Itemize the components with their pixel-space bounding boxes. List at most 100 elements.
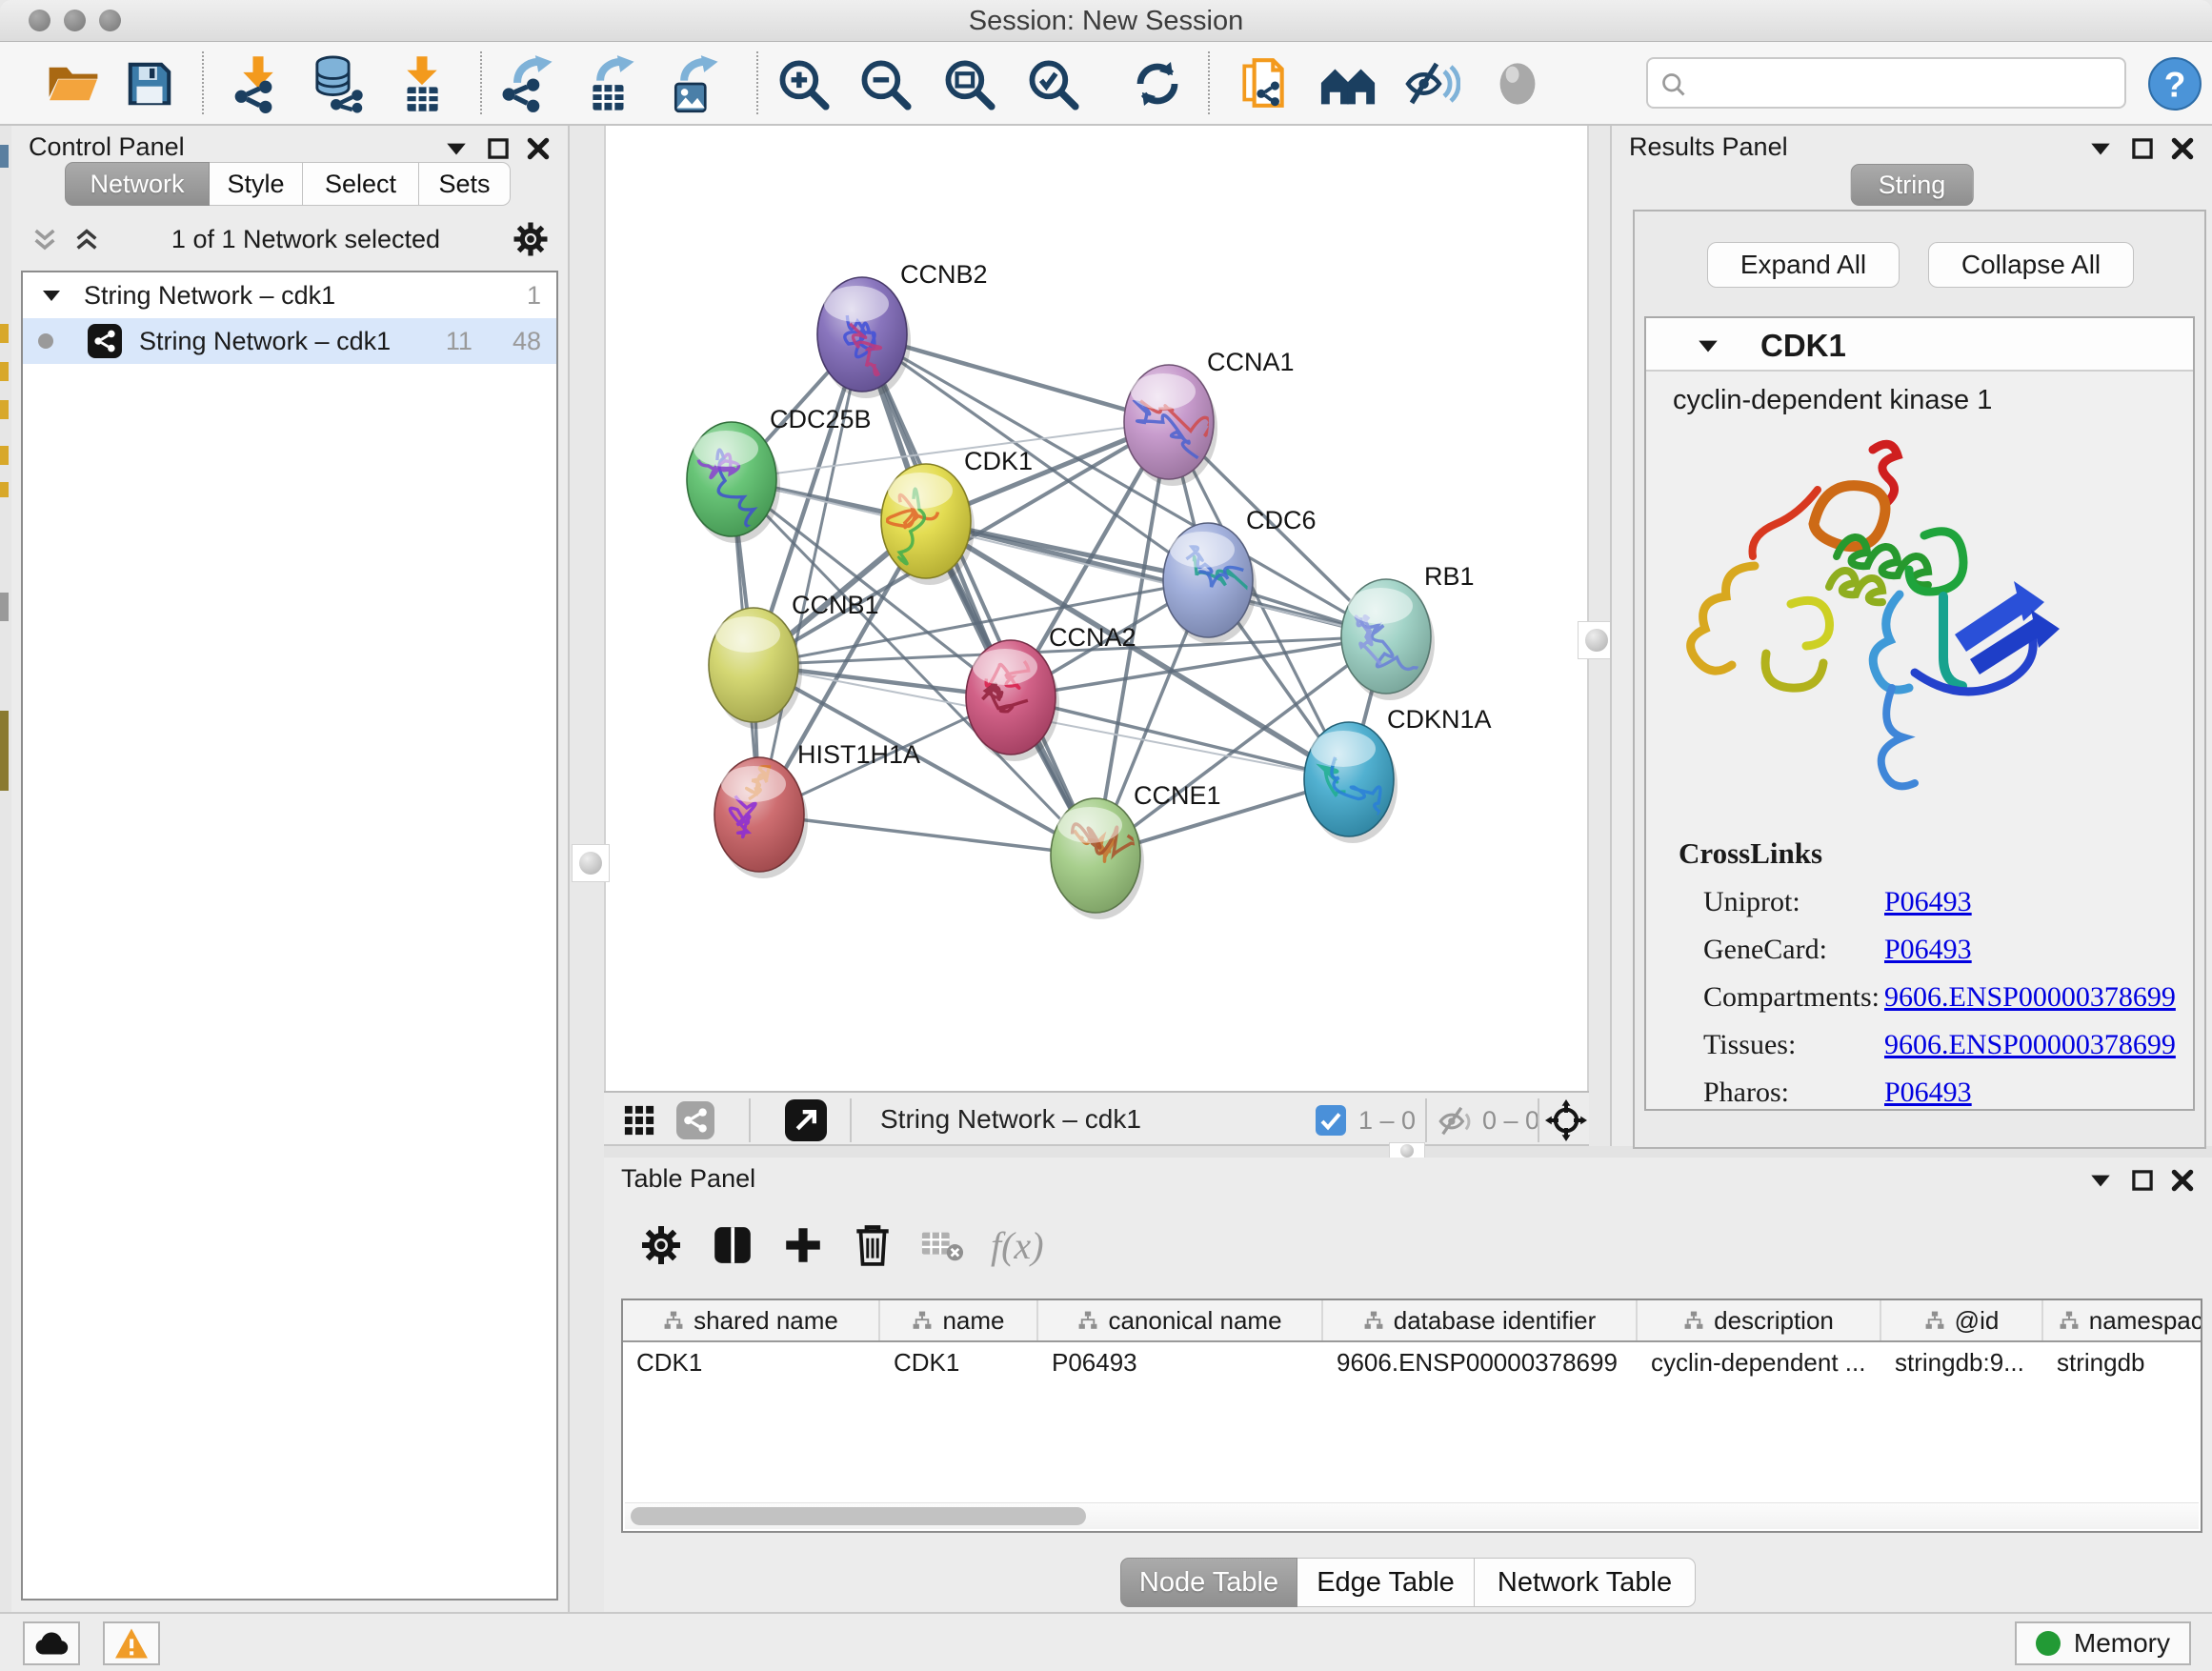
delete-column-trash-icon[interactable] [852, 1222, 894, 1268]
network-collection-row[interactable]: String Network – cdk1 1 [23, 272, 556, 318]
import-table-file-icon[interactable] [389, 52, 455, 115]
svg-text:?: ? [2164, 64, 2186, 104]
toolbar-separator [850, 1098, 852, 1142]
expand-all-networks-icon[interactable] [72, 227, 101, 252]
export-network-icon[interactable] [493, 52, 560, 115]
crosslink-uniprot-link[interactable]: P06493 [1884, 886, 1972, 918]
zoom-in-icon[interactable] [770, 52, 836, 115]
warnings-button[interactable] [103, 1621, 160, 1665]
help-icon[interactable]: ? [2142, 52, 2208, 115]
panel-close-icon[interactable] [2170, 136, 2195, 161]
network-badge-gray-icon[interactable] [676, 1101, 714, 1139]
refresh-icon[interactable] [1124, 52, 1191, 115]
network-edge[interactable] [862, 334, 1096, 856]
network-view-title: String Network – cdk1 [880, 1104, 1141, 1135]
tab-node-table[interactable]: Node Table [1120, 1558, 1297, 1607]
collapse-all-button[interactable]: Collapse All [1928, 242, 2134, 288]
table-horizontal-scrollbar[interactable] [625, 1502, 2199, 1529]
zoom-fit-icon[interactable] [935, 52, 1002, 115]
tab-string[interactable]: String [1851, 164, 1974, 206]
grid-view-icon[interactable] [623, 1104, 655, 1137]
network-node-cdk1[interactable] [881, 464, 975, 585]
network-node-ccnb1[interactable] [709, 608, 802, 729]
column-header-name[interactable]: name [880, 1300, 1038, 1340]
detach-view-icon[interactable] [785, 1099, 827, 1141]
save-session-icon[interactable] [116, 52, 183, 115]
node-label-rb1: RB1 [1424, 562, 1475, 591]
crosslink-label: Tissues: [1703, 1029, 1884, 1061]
show-columns-icon[interactable] [711, 1223, 754, 1267]
export-image-icon[interactable] [659, 52, 726, 115]
network-node-rb1[interactable] [1341, 579, 1435, 700]
table-row[interactable]: CDK1CDK1P064939606.ENSP00000378699cyclin… [623, 1342, 2201, 1382]
column-header-shared-name[interactable]: shared name [623, 1300, 880, 1340]
add-column-icon[interactable] [781, 1223, 825, 1267]
column-header--id[interactable]: @id [1881, 1300, 2043, 1340]
expand-all-button[interactable]: Expand All [1707, 242, 1900, 288]
network-node-ccna1[interactable] [1124, 365, 1217, 486]
network-graph[interactable]: CCNB2CCNA1CDC25BCDK1CDC6RB1CCNB1CCNA2CDK… [606, 126, 1587, 1087]
panel-close-icon[interactable] [526, 136, 551, 161]
panel-menu-icon[interactable] [2088, 136, 2113, 161]
gene-collapse-icon[interactable] [1696, 333, 1720, 358]
network-options-gear-icon[interactable] [511, 219, 551, 259]
import-network-database-icon[interactable] [305, 52, 372, 115]
network-node-hist1h1a[interactable] [714, 757, 808, 878]
tab-sets[interactable]: Sets [419, 162, 511, 206]
panel-float-icon[interactable] [2130, 1168, 2155, 1193]
tab-edge-table[interactable]: Edge Table [1297, 1558, 1475, 1607]
crosslink-tissues-link[interactable]: 9606.ENSP00000378699 [1884, 1029, 2176, 1061]
crosslink-compartments-link[interactable]: 9606.ENSP00000378699 [1884, 981, 2176, 1014]
panel-float-icon[interactable] [2130, 136, 2155, 161]
crosslink-pharos-link[interactable]: P06493 [1884, 1077, 1972, 1109]
network-list: String Network – cdk1 1 String Network –… [21, 271, 558, 1601]
crosslink-genecard-link[interactable]: P06493 [1884, 934, 1972, 966]
network-node-cdc6[interactable] [1163, 523, 1275, 644]
control-panel-title: Control Panel [29, 132, 185, 162]
panel-float-icon[interactable] [486, 136, 511, 161]
network-view-canvas[interactable]: CCNB2CCNA1CDC25BCDK1CDC6RB1CCNB1CCNA2CDK… [604, 126, 1589, 1091]
tab-style[interactable]: Style [210, 162, 303, 206]
gene-header-row[interactable]: CDK1 [1646, 318, 2193, 372]
column-header-database-identifier[interactable]: database identifier [1323, 1300, 1638, 1340]
collapse-all-networks-icon[interactable] [30, 227, 59, 252]
network-edge[interactable] [759, 815, 1096, 856]
table-options-gear-icon[interactable] [638, 1222, 684, 1268]
first-neighbors-icon[interactable] [1315, 52, 1381, 115]
open-session-icon[interactable] [40, 52, 107, 115]
zoom-out-icon[interactable] [852, 52, 918, 115]
function-builder-icon: f(x) [991, 1223, 1044, 1268]
panel-close-icon[interactable] [2170, 1168, 2195, 1193]
network-node-ccnb2[interactable] [817, 277, 911, 398]
birds-eye-view-icon[interactable] [1545, 1099, 1587, 1141]
hide-selected-icon[interactable] [1398, 52, 1465, 115]
selected-checkbox-icon[interactable] [1316, 1105, 1346, 1136]
left-splitter-handle[interactable] [572, 844, 610, 882]
scrollbar-thumb[interactable] [631, 1507, 1086, 1525]
collection-expand-icon[interactable] [40, 284, 63, 307]
column-header-canonical-name[interactable]: canonical name [1038, 1300, 1323, 1340]
column-header-namespace[interactable]: namespace [2043, 1300, 2202, 1340]
tab-network[interactable]: Network [65, 162, 210, 206]
search-input[interactable] [1646, 57, 2126, 109]
gene-detail-card: CDK1 cyclin-dependent kinase 1 [1644, 316, 2195, 1111]
export-table-icon[interactable] [575, 52, 642, 115]
hidden-eye-slash-icon[interactable] [1437, 1105, 1475, 1137]
column-header-description[interactable]: description [1638, 1300, 1881, 1340]
import-network-file-icon[interactable] [225, 52, 292, 115]
network-node-ccne1[interactable] [1051, 798, 1144, 919]
network-node-ccna2[interactable] [966, 640, 1059, 761]
network-node-cdkn1a[interactable] [1304, 722, 1398, 843]
node-label-cdk1: CDK1 [964, 447, 1033, 475]
panel-menu-icon[interactable] [2088, 1168, 2113, 1193]
search-field[interactable] [1696, 61, 2119, 105]
tab-network-table[interactable]: Network Table [1475, 1558, 1696, 1607]
zoom-selected-icon[interactable] [1019, 52, 1086, 115]
clone-network-icon[interactable] [1231, 52, 1297, 115]
cloud-status-button[interactable] [23, 1621, 80, 1665]
memory-button[interactable]: Memory [2015, 1621, 2191, 1665]
panel-menu-icon[interactable] [444, 136, 469, 161]
tab-select[interactable]: Select [303, 162, 419, 206]
network-row[interactable]: String Network – cdk1 11 48 [23, 318, 556, 364]
show-hidden-icon[interactable] [1484, 52, 1551, 115]
